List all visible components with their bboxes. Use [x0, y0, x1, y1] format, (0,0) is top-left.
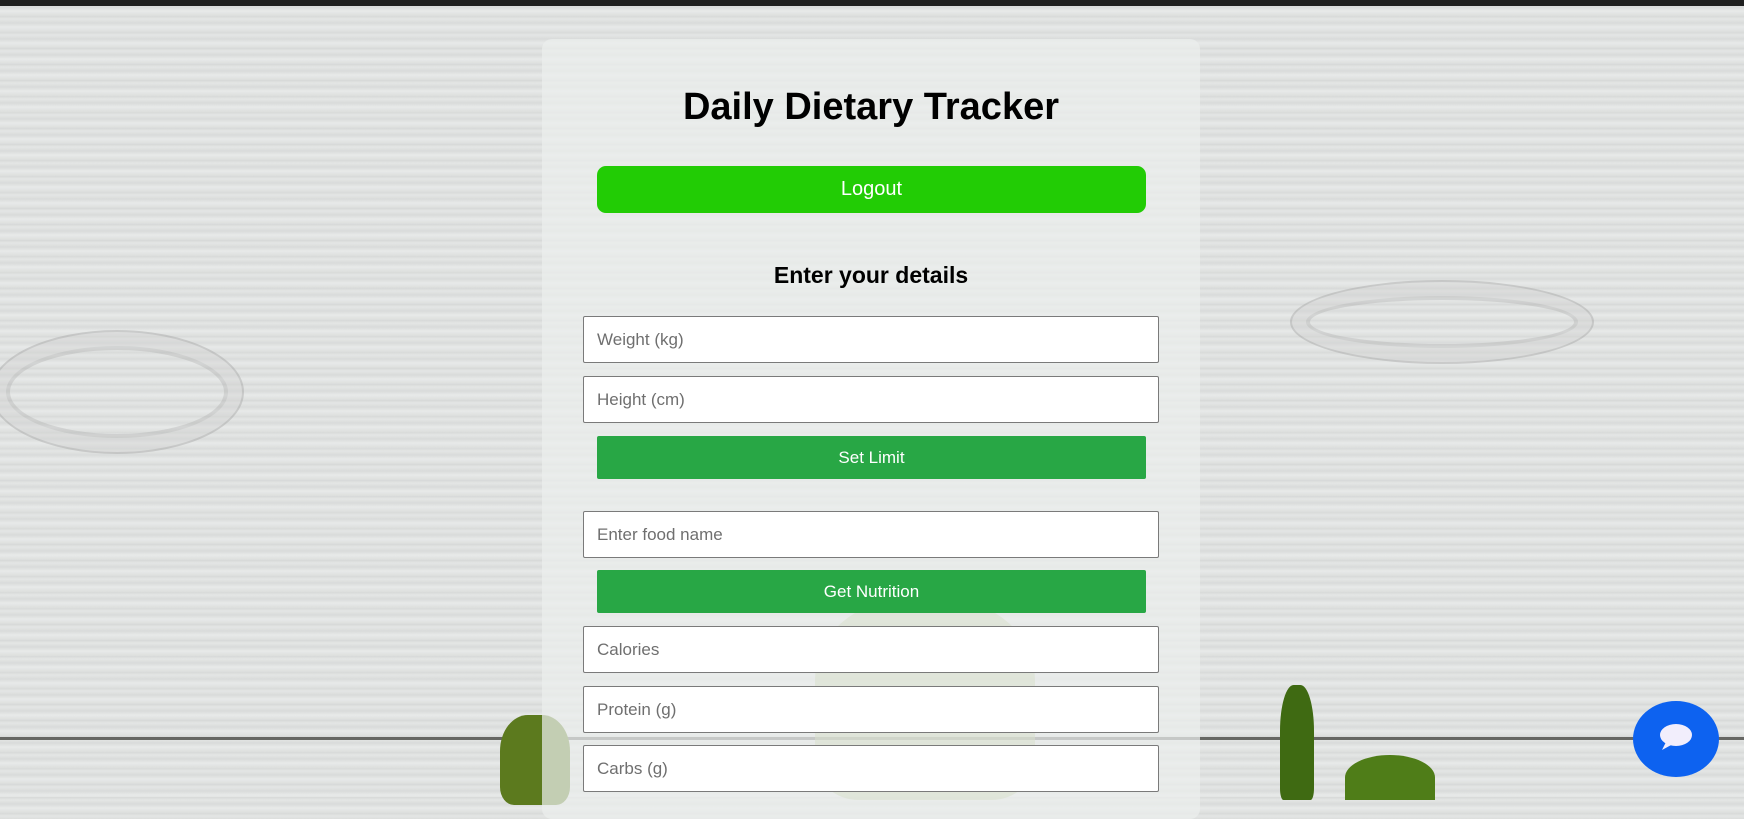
window-top-border [0, 0, 1744, 6]
logout-button[interactable]: Logout [597, 166, 1146, 213]
chat-button[interactable] [1633, 701, 1719, 777]
vegetable-right-stem [1280, 685, 1314, 800]
food-name-input[interactable] [583, 511, 1159, 558]
carbs-field[interactable] [583, 745, 1159, 792]
protein-field[interactable] [583, 686, 1159, 733]
get-nutrition-button[interactable]: Get Nutrition [597, 570, 1146, 613]
set-limit-button[interactable]: Set Limit [597, 436, 1146, 479]
calories-field[interactable] [583, 626, 1159, 673]
page-title: Daily Dietary Tracker [682, 86, 1059, 128]
chat-bubble-icon [1658, 722, 1694, 757]
details-heading: Enter your details [773, 262, 969, 288]
weight-input[interactable] [583, 316, 1159, 363]
height-input[interactable] [583, 376, 1159, 423]
vegetable-right-leaf [1345, 755, 1435, 800]
wood-knot-right [1290, 280, 1594, 364]
wood-knot-left [0, 330, 244, 454]
